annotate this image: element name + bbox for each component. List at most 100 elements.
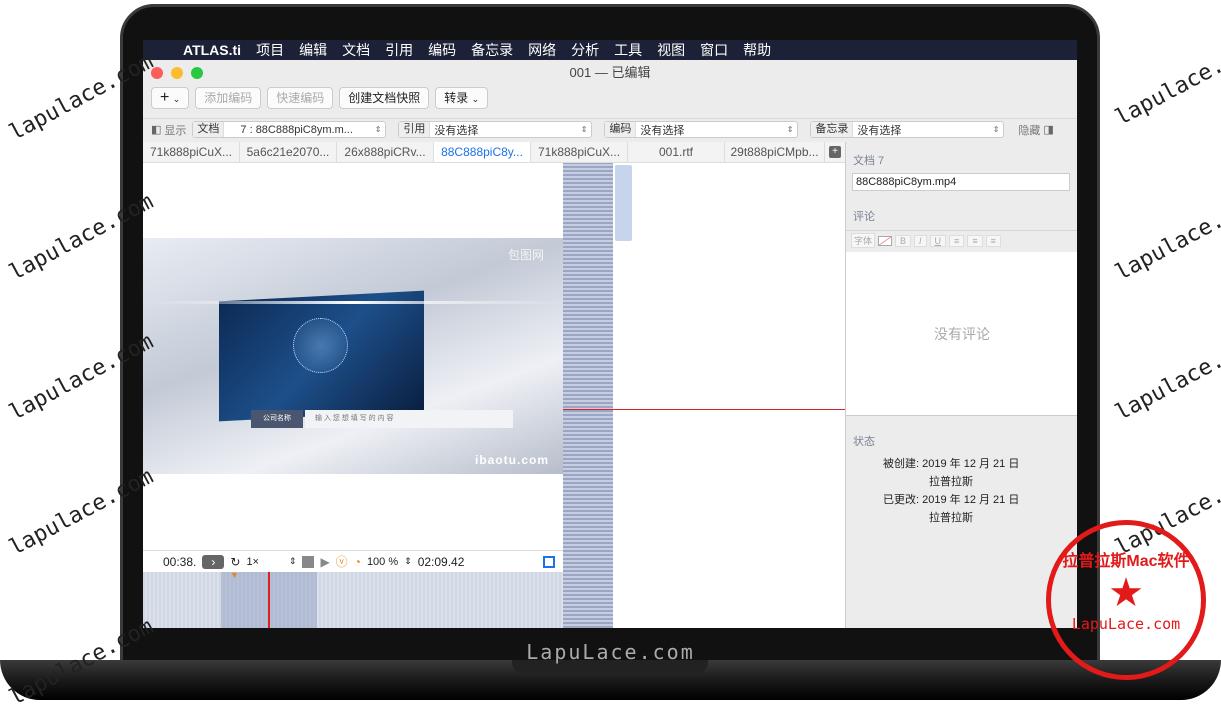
memo-label: 备忘录 bbox=[811, 122, 854, 137]
menu-item[interactable]: 视图 bbox=[657, 40, 685, 60]
audio-waveform[interactable]: ▼ bbox=[143, 570, 563, 628]
current-time: 00:38. bbox=[163, 554, 197, 569]
add-code-button[interactable]: 添加编码 bbox=[195, 87, 262, 109]
loop-icon[interactable]: ↻ bbox=[230, 555, 240, 569]
doc-title: 文档 7 bbox=[853, 155, 885, 167]
hide-button[interactable]: 隐藏 bbox=[1018, 122, 1040, 138]
memo-value: 没有选择 bbox=[857, 124, 902, 137]
modified-date: 2019 年 12 月 21 日 bbox=[922, 494, 1020, 506]
sidebar-toggle-icon[interactable]: ◧ bbox=[151, 123, 161, 136]
add-button[interactable]: + ⌄ bbox=[151, 87, 190, 109]
video-watermark-top: 包图网 bbox=[508, 248, 545, 262]
laptop-brand: LapuLace.com bbox=[526, 640, 695, 664]
zoom-button[interactable] bbox=[191, 67, 203, 79]
stamp-text: 拉普拉斯Mac软件 bbox=[1062, 553, 1190, 570]
play-button[interactable]: ▶ bbox=[320, 555, 329, 569]
menu-item[interactable]: 网络 bbox=[528, 40, 556, 60]
comment-editor[interactable]: 没有评论 bbox=[846, 252, 1077, 416]
globe-graphic bbox=[293, 318, 348, 373]
tab-document[interactable]: 26x888piCRv... bbox=[337, 142, 434, 162]
video-frame[interactable]: 包图网 公司名称 输 入 您 想 填 写 的 内 容 ibaotu.com bbox=[143, 238, 563, 474]
modified-label: 已更改: bbox=[883, 494, 920, 506]
vertical-waveform[interactable] bbox=[563, 163, 613, 628]
bold-button[interactable]: B bbox=[895, 234, 912, 247]
document-select[interactable]: 文档 7 : 88C888piC8ym.m... ⇕ bbox=[192, 121, 387, 138]
menu-item[interactable]: 编码 bbox=[428, 40, 456, 60]
filter-bar: ◧ 显示 文档 7 : 88C888piC8ym.m... ⇕ 引用 没有选择 ⇕ 编码… bbox=[143, 118, 1077, 140]
quotation-bar[interactable] bbox=[615, 165, 632, 241]
watermark: lapulace.com bbox=[1111, 189, 1221, 286]
updown-icon: ⇕ bbox=[288, 555, 297, 566]
updown-icon[interactable]: ⇕ bbox=[404, 556, 412, 567]
align-center-icon[interactable]: ≡ bbox=[967, 234, 983, 247]
modified-by: 拉普拉斯 bbox=[929, 512, 973, 524]
menu-app[interactable]: ATLAS.ti bbox=[183, 42, 241, 58]
menu-item[interactable]: 分析 bbox=[571, 40, 599, 60]
video-input-text: 输 入 您 想 填 写 的 内 容 bbox=[305, 410, 513, 428]
tab-document[interactable]: 5a6c21e2070... bbox=[240, 142, 337, 162]
panel-toggle-icon[interactable] bbox=[543, 555, 555, 568]
updown-icon: ⇕ bbox=[992, 125, 1000, 134]
speed-select[interactable]: 1× ⇕ bbox=[246, 556, 296, 568]
inspector-toggle-icon[interactable]: ◨ bbox=[1043, 123, 1053, 136]
stop-button[interactable] bbox=[302, 555, 315, 568]
speed-value: 1× bbox=[246, 555, 259, 568]
font-button[interactable]: 字体 bbox=[851, 233, 876, 248]
quick-code-button[interactable]: 快速编码 bbox=[267, 87, 334, 109]
created-date: 2019 年 12 月 21 日 bbox=[922, 458, 1020, 470]
add-tab-icon[interactable]: + bbox=[829, 146, 841, 158]
align-right-icon[interactable]: ≡ bbox=[985, 234, 1001, 247]
show-button[interactable]: 显示 bbox=[164, 122, 186, 138]
comment-label: 评论 bbox=[853, 211, 875, 223]
playhead[interactable] bbox=[268, 572, 270, 628]
red-seal-stamp: 拉普拉斯Mac软件 ★ LapuLace.com bbox=[1046, 520, 1206, 680]
tab-document-active[interactable]: 88C888piC8y... bbox=[434, 142, 531, 162]
color-swatch[interactable] bbox=[878, 235, 893, 246]
code-select[interactable]: 编码 没有选择 ⇕ bbox=[604, 121, 799, 138]
status-info: 被创建: 2019 年 12 月 21 日 拉普拉斯 已更改: 2019 年 1… bbox=[883, 455, 1019, 527]
toolbar: + ⌄ 添加编码 快速编码 创建文档快照 转录 ⌄ bbox=[151, 87, 489, 109]
menu-item[interactable]: 项目 bbox=[256, 40, 284, 60]
menu-item[interactable]: 备忘录 bbox=[471, 40, 513, 60]
tab-document[interactable]: 29t888piCMpb... bbox=[725, 142, 825, 162]
tab-document[interactable]: 71k888piCuX... bbox=[143, 142, 240, 162]
no-comment-placeholder: 没有评论 bbox=[934, 326, 990, 342]
snapshot-icon[interactable]: ◔ bbox=[354, 555, 361, 569]
menu-item[interactable]: 引用 bbox=[385, 40, 413, 60]
menu-item[interactable]: 工具 bbox=[614, 40, 642, 60]
created-by: 拉普拉斯 bbox=[929, 476, 973, 488]
quotation-margin bbox=[613, 163, 845, 628]
marker-triangle-icon: ▼ bbox=[230, 570, 239, 580]
duration: 02:09.42 bbox=[417, 554, 465, 569]
watermark: lapulace.com bbox=[1111, 329, 1221, 426]
underline-button[interactable]: U bbox=[929, 234, 947, 247]
memo-select[interactable]: 备忘录 没有选择 ⇕ bbox=[810, 121, 1005, 138]
zoom-value[interactable]: 100 % bbox=[367, 556, 398, 568]
updown-icon: ⇕ bbox=[786, 125, 794, 134]
menu-item[interactable]: 帮助 bbox=[743, 40, 771, 60]
doc-name-field[interactable]: 88C888piC8ym.mp4 bbox=[852, 173, 1070, 191]
menu-item[interactable]: 编辑 bbox=[299, 40, 327, 60]
star-icon: ★ bbox=[1108, 571, 1144, 615]
document-tabs: 71k888piCuX... 5a6c21e2070... 26x888piCR… bbox=[143, 142, 845, 163]
minimize-button[interactable] bbox=[171, 67, 183, 79]
tab-document[interactable]: 001.rtf bbox=[628, 142, 725, 162]
transcribe-button[interactable]: 转录 ⌄ bbox=[435, 87, 489, 109]
snapshot-button[interactable]: 创建文档快照 bbox=[339, 87, 430, 109]
marker-icon[interactable]: ⓥ bbox=[336, 553, 348, 570]
next-button[interactable]: › bbox=[202, 554, 225, 569]
transcribe-label: 转录 bbox=[444, 91, 469, 105]
tab-document[interactable]: 71k888piCuX... bbox=[531, 142, 628, 162]
window-title: 001 — 已编辑 bbox=[569, 65, 651, 80]
media-pane: 包图网 公司名称 输 入 您 想 填 写 的 内 容 ibaotu.com 00… bbox=[143, 163, 563, 628]
updown-icon: ⇕ bbox=[580, 125, 588, 134]
menu-item[interactable]: 窗口 bbox=[700, 40, 728, 60]
watermark: lapulace.com bbox=[1111, 34, 1221, 131]
menubar: ATLAS.ti 项目 编辑 文档 引用 编码 备忘录 网络 分析 工具 视图 … bbox=[143, 40, 1077, 60]
screen: ATLAS.ti 项目 编辑 文档 引用 编码 备忘录 网络 分析 工具 视图 … bbox=[143, 40, 1077, 628]
align-left-icon[interactable]: ≡ bbox=[949, 234, 965, 247]
position-line bbox=[563, 409, 845, 410]
menu-item[interactable]: 文档 bbox=[342, 40, 370, 60]
quote-select[interactable]: 引用 没有选择 ⇕ bbox=[398, 121, 593, 138]
italic-button[interactable]: I bbox=[914, 234, 927, 247]
